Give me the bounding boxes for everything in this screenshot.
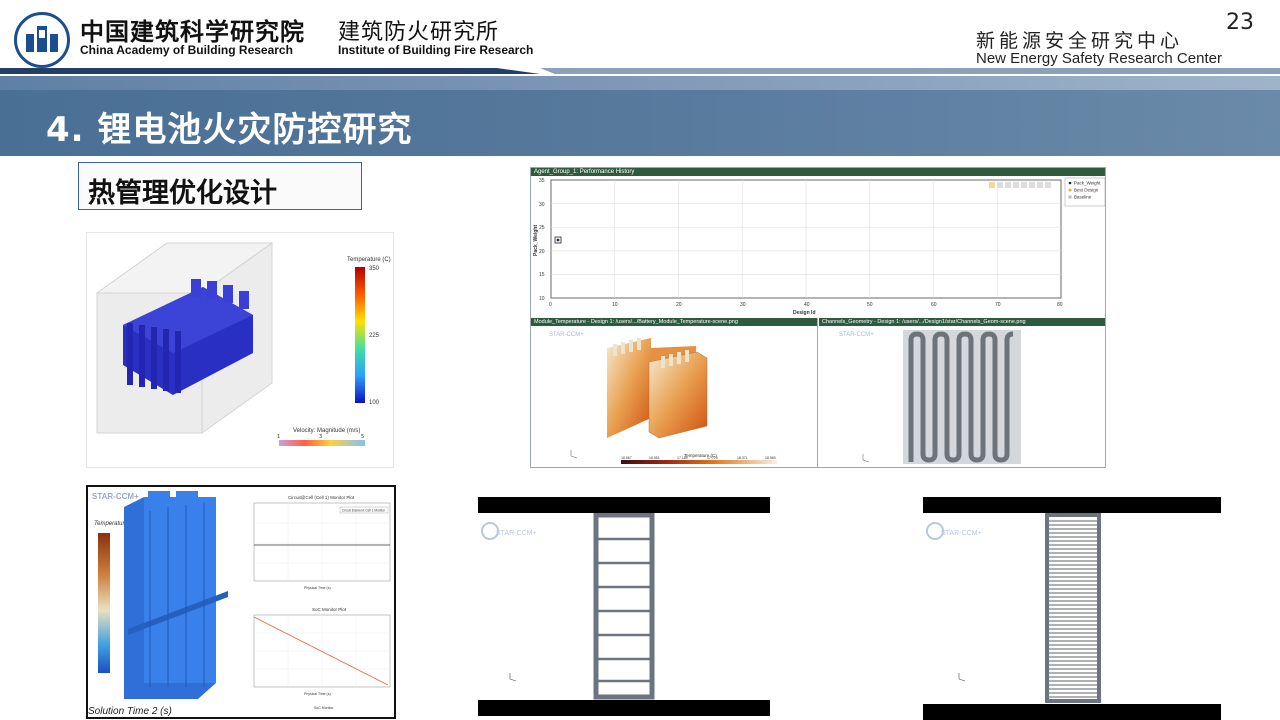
- ladder-channel-render-a: STAR-CCM+: [481, 513, 655, 700]
- starccm-logo: STAR-CCM+: [92, 492, 139, 501]
- letterbox-top: [923, 497, 1221, 513]
- y-tick-30: 30: [539, 202, 545, 208]
- institute-name-cn: 建筑防火研究所: [338, 20, 500, 45]
- temp-tick-3: 17.774: [707, 456, 718, 460]
- center-name-cn: 新能源安全研究中心: [976, 30, 1184, 52]
- channels-geometry-view: Channels_Geometry - Design 1: /users/...…: [819, 318, 1105, 467]
- starccm-logo: STAR-CCM+: [941, 530, 982, 537]
- starccm-logo-small: STAR-CCM+: [549, 332, 584, 338]
- temp-tick-2: 17.189: [677, 456, 688, 460]
- battery-cfd-panel: Temperature (C) 350 225 100 Velocity: Ma…: [86, 232, 394, 468]
- x-tick-30: 30: [740, 302, 746, 308]
- monitor-chart2-legend: SoC Monitor: [314, 706, 334, 710]
- x-tick-40: 40: [804, 302, 810, 308]
- axis-triad-icon: [570, 450, 578, 459]
- header-stripe: [0, 76, 1280, 90]
- ladder-rungs: [1049, 520, 1097, 698]
- axis-triad-icon: [509, 673, 517, 682]
- temp-tick-5: 18.960: [765, 456, 776, 460]
- monitor-chart2-xlabel: Physical Time (s): [304, 692, 331, 696]
- battery-cfd-render: Temperature (C) 350 225 100 Velocity: Ma…: [95, 242, 391, 446]
- ladder-channel-render-b: STAR-CCM+: [926, 513, 1101, 703]
- legend-tick-max: 350: [369, 266, 380, 272]
- y-axis-label: Pack_Weight: [533, 225, 539, 256]
- y-tick-25: 25: [539, 225, 545, 231]
- legend-pack-weight: Pack_Weight: [1074, 181, 1101, 186]
- x-axis-label: Design Id: [793, 310, 816, 316]
- x-tick-20: 20: [676, 302, 682, 308]
- temp-tick-1: 16.951: [649, 456, 660, 460]
- temp-tick-0: 16.667: [621, 456, 632, 460]
- academy-name-en: China Academy of Building Research: [80, 43, 293, 57]
- performance-history-chart: 35 30 25 20 15 10 0 10 20 30 40 50 60 70…: [533, 177, 1105, 316]
- legend-tick-mid: 225: [369, 333, 380, 339]
- x-tick-10: 10: [612, 302, 618, 308]
- x-tick-50: 50: [867, 302, 873, 308]
- module-temperature-view: Module_Temperature - Design 1: /users/..…: [531, 318, 818, 467]
- header-stripe-dark: [0, 68, 540, 74]
- temperature-legend-title: Temperature (C): [347, 257, 391, 263]
- axis-triad-icon: [958, 673, 966, 682]
- velocity-tick-min: 1: [277, 434, 280, 440]
- center-name-en: New Energy Safety Research Center: [976, 50, 1222, 67]
- velocity-legend-title: Velocity: Magnitude (m/s): [293, 428, 360, 434]
- optimization-window: Agent_Group_1: Performance History 35 30…: [530, 167, 1106, 468]
- data-point-marker: [556, 238, 560, 242]
- x-tick-60: 60: [931, 302, 937, 308]
- header-stripe-light: [540, 68, 1280, 74]
- cabr-logo-mark-icon: [26, 26, 58, 52]
- channels-geometry-render: STAR-CCM+: [839, 330, 1021, 464]
- temperature-k-colorbar: [98, 533, 110, 673]
- letterbox-bottom: [923, 704, 1221, 720]
- temp-tick-4: 18.371: [737, 456, 748, 460]
- axis-triad-icon: [862, 454, 870, 463]
- channels-title: Channels_Geometry - Design 1: /users/...…: [822, 319, 1026, 325]
- starccm-logo: STAR-CCM+: [496, 530, 537, 537]
- x-tick-80: 80: [1057, 302, 1063, 308]
- monitor-chart1-xlabel: Physical Time (s): [304, 586, 331, 590]
- transient-simulation-panel: STAR-CCM+ Temperature (K) Solution Time …: [86, 485, 396, 719]
- y-tick-10: 10: [539, 296, 545, 302]
- subtitle: 热管理优化设计: [88, 178, 277, 209]
- institute-name-en: Institute of Building Fire Research: [338, 43, 534, 57]
- letterbox-bottom: [478, 700, 770, 716]
- legend-baseline: Baseline: [1074, 195, 1092, 200]
- solution-time-label: Solution Time 2 (s): [88, 706, 172, 717]
- page-number: 23: [1226, 10, 1254, 35]
- y-tick-20: 20: [539, 249, 545, 255]
- y-tick-35: 35: [539, 178, 545, 184]
- history-title: Agent_Group_1: Performance History: [534, 169, 635, 175]
- module-title: Module_Temperature - Design 1: /users/..…: [534, 319, 738, 325]
- x-tick-0: 0: [549, 302, 552, 308]
- monitor-chart1-legend: Circuit Element: Cell 1 Monitor: [342, 509, 386, 513]
- legend-best-design: Best Design: [1074, 188, 1099, 193]
- velocity-tick-mid: 3: [319, 434, 322, 440]
- transient-simulation-render: STAR-CCM+ Temperature (K) Solution Time …: [88, 491, 391, 717]
- starccm-logo-small: STAR-CCM+: [839, 332, 874, 338]
- legend-tick-min: 100: [369, 400, 380, 406]
- velocity-tick-max: 5: [361, 434, 364, 440]
- monitor-chart2-title: SoC Monitor Plot: [312, 607, 347, 612]
- module-temperature-render: STAR-CCM+ Temperature (C) 16.667 16.951 …: [549, 332, 777, 464]
- academy-name-cn: 中国建筑科学研究院: [80, 17, 305, 46]
- monitor-chart1-title: Circuit@Cell (Cell 1) Monitor Plot: [288, 495, 355, 500]
- letterbox-top: [478, 497, 770, 513]
- ladder-channel-panel-a: STAR-CCM+: [478, 497, 770, 716]
- ladder-channel-panel-b: STAR-CCM+: [923, 497, 1221, 720]
- page-title: 4. 锂电池火灾防控研究: [46, 110, 413, 150]
- y-tick-15: 15: [539, 272, 545, 278]
- x-tick-70: 70: [995, 302, 1001, 308]
